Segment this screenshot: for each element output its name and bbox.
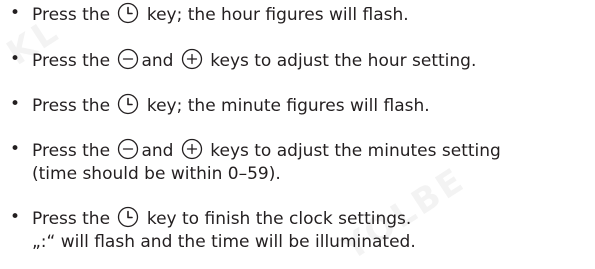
bullet-item-4: • Press the and keys to adjust the minut…: [10, 138, 590, 186]
bullet-dot: •: [10, 3, 21, 23]
bullet-post: keys to adjust the minutes setting: [210, 141, 501, 161]
bullet-dot: •: [10, 49, 21, 69]
bullet-line2: „:“ will flash and the time will be illu…: [32, 232, 416, 252]
bullet-pre: Press the: [32, 141, 111, 161]
bullet-text-2: Press the and keys to adjust the hour se…: [32, 48, 590, 73]
minus-key-icon: [117, 48, 139, 70]
bullet-item-1: • Press the key; the hour figures will f…: [10, 2, 590, 27]
bullet-text-4: Press the and keys to adjust the minutes…: [32, 138, 590, 186]
bullet-post: key; the minute figures will flash.: [146, 96, 430, 116]
plus-key-icon: [181, 48, 203, 70]
minus-key-icon: [117, 138, 139, 160]
bullet-item-5: • Press the key to finish the clock sett…: [10, 206, 590, 254]
bullet-mid: and: [141, 141, 174, 161]
bullet-pre: Press the: [32, 209, 111, 229]
bullet-post: key; the hour figures will flash.: [146, 5, 409, 25]
bullet-pre: Press the: [32, 51, 111, 71]
bullet-post: keys to adjust the hour setting.: [210, 51, 477, 71]
bullet-dot: •: [10, 139, 21, 159]
bullet-post: key to finish the clock settings.: [146, 209, 412, 229]
bullet-pre: Press the: [32, 96, 111, 116]
bullet-mid: and: [141, 51, 174, 71]
bullet-item-3: • Press the key; the minute figures will…: [10, 93, 590, 118]
bullet-text-1: Press the key; the hour figures will fla…: [32, 2, 590, 27]
bullet-dot: •: [10, 94, 21, 114]
clock-key-icon: [117, 93, 139, 115]
bullet-text-5: Press the key to finish the clock settin…: [32, 206, 590, 254]
bullet-item-2: • Press the and keys to adjust the hour …: [10, 48, 590, 73]
bullet-text-3: Press the key; the minute figures will f…: [32, 93, 590, 118]
bullet-dot: •: [10, 207, 21, 227]
bullet-pre: Press the: [32, 5, 111, 25]
plus-key-icon: [181, 138, 203, 160]
clock-key-icon: [117, 206, 139, 228]
bullet-line2: (time should be within 0–59).: [32, 164, 281, 184]
clock-key-icon: [117, 2, 139, 24]
